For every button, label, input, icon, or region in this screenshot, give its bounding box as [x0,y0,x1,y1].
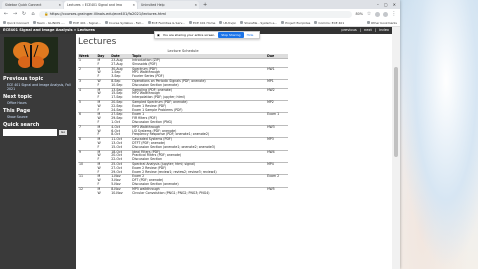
close-icon[interactable]: ✕ [132,1,135,9]
table-cell: 10-Nov [111,190,123,195]
scroll-thumb[interactable] [394,67,398,157]
breadcrumb[interactable]: ECE401 Signal and Image Analysis » Lectu… [3,27,95,34]
new-tab-icon[interactable]: + [200,1,210,9]
bookmark-item[interactable]: ShareMe - System e... [240,21,277,25]
bookmark-item[interactable]: ECE Facilities & Serv... [147,21,185,25]
bookmark-item[interactable]: Project Euripides [281,21,310,25]
web-page: ECE401 Signal and Image Analysis » Lectu… [0,27,392,269]
show-source-link[interactable]: Show Source [7,115,28,119]
previous-topic-link[interactable]: ECE 401 Signal and Image Analysis, Fall … [7,83,71,91]
bookmarks-bar: Quick Connect Team - ILLINOIS -... ECE 4… [0,19,400,27]
table-cell: W [97,190,101,195]
table-body: 1 M 23-Aug Introduction (ZIP) F 27-Aug Sinusoi… [78,57,288,196]
star-icon[interactable]: ☆ [366,11,372,17]
browser-toolbar: ← → ↻ ⌂ 🔒 https://courses.grainger.illin… [0,9,400,19]
nav-next-link[interactable]: next [364,27,372,34]
bookmark-item[interactable]: UIUCvpn [219,21,236,25]
page-title: Lectures [78,37,117,47]
tab-strip: Sidebar Quick Connect ✕ Lectures :: ECE40… [0,0,400,9]
close-icon[interactable]: ✕ [58,1,61,9]
table-cell [266,192,288,196]
extension-icon[interactable] [375,11,380,17]
back-icon[interactable]: ← [3,11,9,17]
zoom-level[interactable]: 80% [355,12,363,16]
reload-icon[interactable]: ↻ [21,11,27,17]
address-bar[interactable]: 🔒 https://courses.grainger.illinois.edu/… [39,10,353,18]
menu-icon[interactable]: ⋮ [391,11,397,17]
tab-uninvited-help[interactable]: Uninvited Help ✕ [138,1,199,9]
close-icon[interactable]: ✕ [194,1,197,9]
desktop-wallpaper-art [398,0,478,269]
tab-sidebar-quick-connect[interactable]: Sidebar Quick Connect ✕ [2,1,63,9]
url-text: https://courses.grainger.illinois.edu/ec… [49,11,167,16]
nav-index-link[interactable]: index [379,27,389,34]
browser-window: Sidebar Quick Connect ✕ Lectures :: ECE40… [0,0,400,269]
bookmark-item[interactable]: Course Syllabus - Fall... [104,21,144,25]
main-content: Lectures Lecture Schedule Week Day Date Top… [78,34,388,269]
schedule-table: Week Day Date Topic Due 1 M 23-Aug Introduction… [78,54,288,195]
schedule-title: Lecture Schedule [167,49,199,53]
next-topic-heading: Next topic [3,94,33,100]
bookmark-item[interactable]: ECE 401 Home [188,21,215,25]
lock-icon: 🔒 [44,11,49,16]
search-input[interactable] [3,129,57,136]
other-bookmarks[interactable]: Other bookmarks [366,21,397,25]
table-cell[interactable]: Circular Convolution (PNG1; PNG2; PNG3; … [131,191,266,196]
table-cell [78,192,97,196]
this-page-heading: This Page [3,108,31,114]
bookmark-item[interactable]: Team - ILLINOIS -... [32,21,65,25]
maximize-icon[interactable]: ▢ [384,0,388,9]
close-window-icon[interactable]: ✕ [393,0,396,9]
quick-search-heading: Quick search [3,122,40,128]
butterfly-logo [4,37,58,73]
home-icon[interactable]: ⌂ [30,11,36,17]
bookmark-item[interactable]: Quick Connect [3,21,29,25]
nav-previous-link[interactable]: previous [341,27,356,34]
tab-lectures[interactable]: Lectures :: ECE401 Signal and Ima ✕ [64,1,137,9]
next-topic-link[interactable]: Office Hours [7,101,27,105]
minimize-icon[interactable]: – [377,0,379,9]
bookmark-item[interactable]: Comms: ECE 401 [314,21,344,25]
sidebar: Previous topic ECE 401 Signal and Image … [0,34,76,269]
go-button[interactable]: Go [59,130,68,135]
bookmark-item[interactable]: ECE 401 - Signal... [69,21,101,25]
forward-icon[interactable]: → [12,11,18,17]
previous-topic-heading: Previous topic [3,76,44,82]
profile-avatar[interactable] [383,11,388,17]
table-row: W 10-Nov Circular Convolution (PNG1; PNG2;… [78,190,288,196]
page-scrollbar[interactable] [392,27,400,269]
